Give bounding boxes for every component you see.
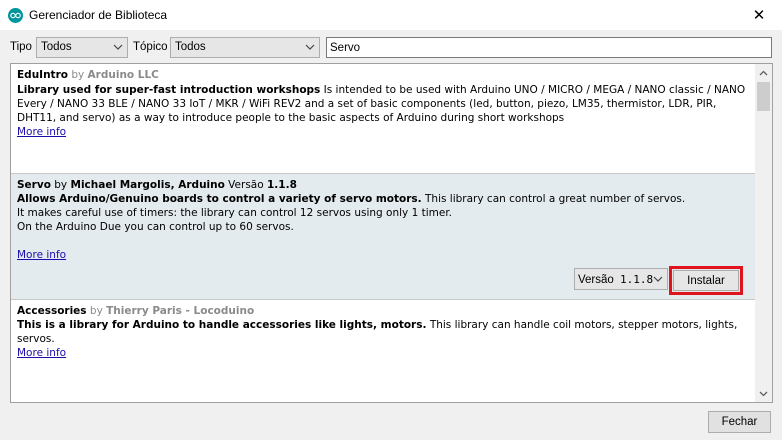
close-icon: ✕ [752,6,766,24]
install-button-face: Instalar [673,270,739,291]
library-author: Arduino LLC [87,69,159,81]
library-description: This is a library for Arduino to handle … [17,318,749,346]
library-sentence: Allows Arduino/Genuino boards to control… [17,193,422,205]
topic-filter-label: Tópico [133,41,168,53]
version-select-value: 1.1.8 [620,273,654,286]
type-filter-select[interactable]: Todos [36,37,128,58]
library-version: 1.1.8 [267,179,297,191]
library-header: Accessories by Thierry Paris - Locoduino [17,304,749,318]
topic-filter-value: Todos [175,41,206,53]
library-paragraph: This library can control a great number … [421,193,686,205]
library-description: Library used for super-fast introduction… [17,83,749,125]
more-info-link[interactable]: More info [17,248,66,262]
window-title: Gerenciador de Biblioteca [29,8,168,22]
library-by: by [89,305,103,317]
search-input[interactable] [326,37,772,58]
library-description: Allows Arduino/Genuino boards to control… [17,192,749,206]
window-close-button[interactable]: ✕ [736,0,782,30]
library-description-line: On the Arduino Due you can control up to… [17,221,294,233]
library-by: by [54,179,68,191]
version-select-label: Versão [578,274,614,286]
library-sentence: This is a library for Arduino to handle … [17,319,427,331]
library-item-eduintro[interactable]: EduIntro by Arduino LLC Library used for… [11,64,755,174]
library-header: EduIntro by Arduino LLC [17,68,749,82]
topic-filter-select[interactable]: Todos [170,37,320,58]
chevron-down-icon [113,44,123,50]
type-filter-value: Todos [41,41,72,53]
library-author: Thierry Paris - Locoduino [106,305,255,317]
close-button[interactable]: Fechar [708,411,771,433]
scroll-down-arrow-icon[interactable] [755,385,772,402]
chevron-down-icon [653,276,663,282]
close-button-label: Fechar [721,416,758,428]
library-version-label: Versão [228,179,264,191]
library-list: EduIntro by Arduino LLC Library used for… [10,63,773,403]
install-button[interactable]: Instalar [669,266,743,295]
chevron-down-icon [305,44,315,50]
library-description-line: It makes careful use of timers: the libr… [17,207,453,219]
library-name: Accessories [17,305,87,317]
library-item-servo[interactable]: Servo by Michael Margolis, Arduino Versã… [11,174,755,300]
library-entries: EduIntro by Arduino LLC Library used for… [11,64,755,402]
scrollbar-thumb[interactable] [757,82,770,111]
library-name: EduIntro [17,69,68,81]
library-by: by [71,69,85,81]
more-info-link[interactable]: More info [17,346,66,360]
version-select[interactable]: Versão 1.1.8 [574,268,668,290]
vertical-scrollbar[interactable] [755,64,772,402]
install-button-label: Instalar [687,274,725,287]
title-bar: Gerenciador de Biblioteca ✕ [0,0,782,30]
library-sentence: Library used for super-fast introduction… [17,84,321,96]
library-header: Servo by Michael Margolis, Arduino Versã… [17,178,749,192]
scroll-up-arrow-icon[interactable] [755,64,772,81]
type-filter-label: Tipo [10,41,32,53]
library-item-accessories[interactable]: Accessories by Thierry Paris - Locoduino… [11,300,755,402]
arduino-logo-icon [8,8,23,23]
library-author: Michael Margolis, Arduino [70,179,225,191]
library-name: Servo [17,179,51,191]
more-info-link[interactable]: More info [17,125,66,139]
